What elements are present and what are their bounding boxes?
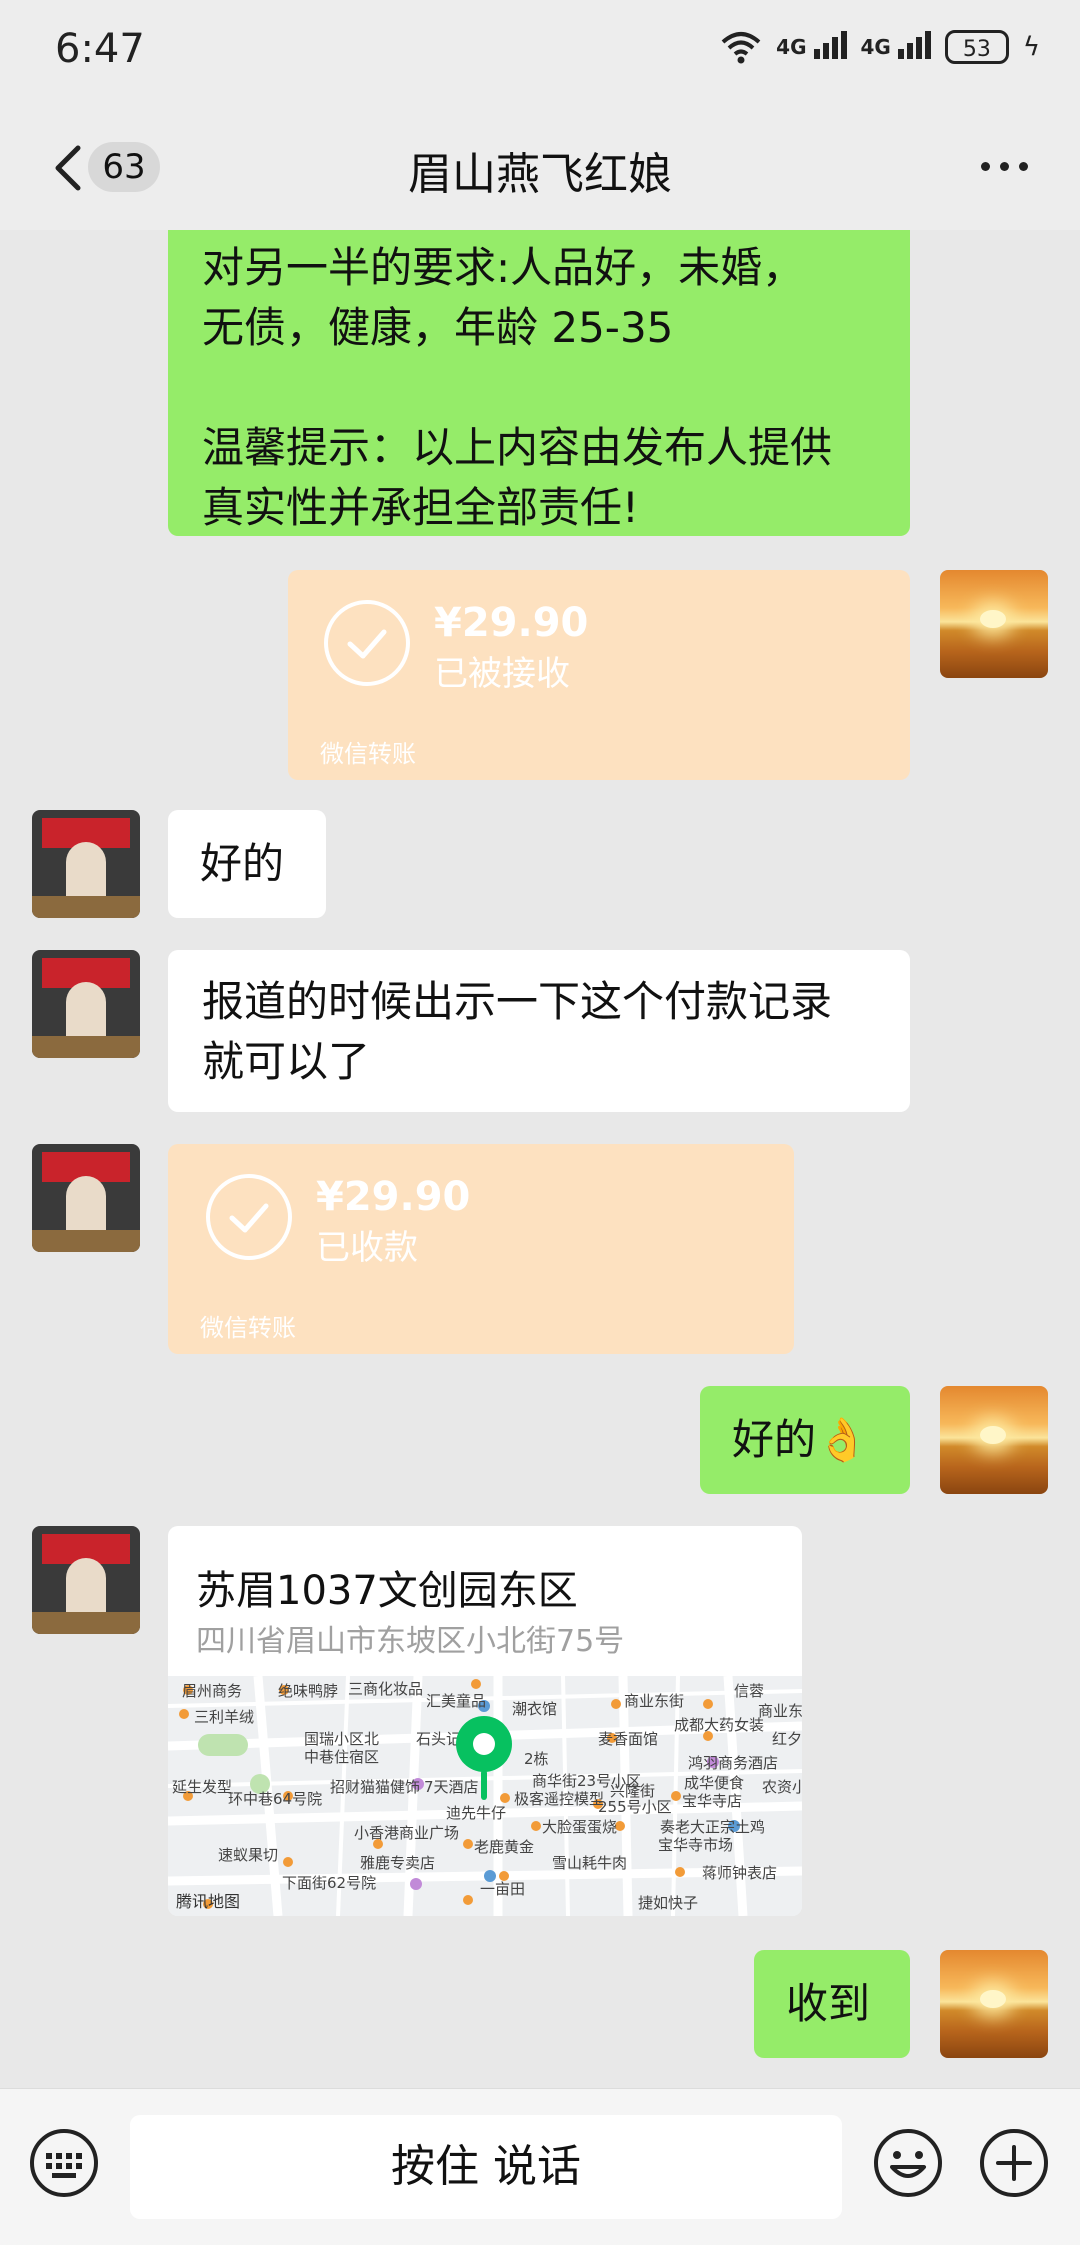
emoji-icon[interactable] bbox=[872, 2127, 944, 2199]
map-label: 招财猫猫健饰 bbox=[330, 1778, 421, 1796]
map-label: 雪山耗牛肉 bbox=[552, 1854, 628, 1872]
contact-avatar[interactable] bbox=[32, 1526, 140, 1634]
contact-avatar[interactable] bbox=[32, 950, 140, 1058]
transfer-footer: 微信转账 bbox=[200, 1314, 296, 1342]
transfer-card[interactable]: ¥29.90 已收款 微信转账 bbox=[168, 1144, 794, 1354]
keyboard-icon[interactable] bbox=[28, 2127, 100, 2199]
message-line: 真实性并承担全部责任! bbox=[202, 483, 639, 532]
signal-2: 4G bbox=[860, 31, 931, 59]
my-avatar[interactable] bbox=[940, 1386, 1048, 1494]
transfer-status: 已收款 bbox=[316, 1228, 418, 1268]
map-label: 绝味鸭脖 bbox=[278, 1682, 339, 1700]
map-label: 成都大药女装 bbox=[674, 1716, 765, 1734]
location-map[interactable]: 眉州商务 绝味鸭脖 三商化妆品 汇美童品 潮衣馆 商业东街 信蓉 商业东 三利羊… bbox=[168, 1676, 802, 1916]
message-text: 好的👌 bbox=[732, 1415, 869, 1464]
map-label: 三商化妆品 bbox=[348, 1680, 424, 1698]
message-bubble[interactable]: 对另一半的要求:人品好，未婚， 无债，健康，年龄 25-35 温馨提示：以上内容… bbox=[168, 230, 910, 536]
transfer-amount: ¥29.90 bbox=[434, 600, 589, 646]
status-time: 6:47 bbox=[55, 26, 145, 72]
map-label: 眉州商务 bbox=[182, 1682, 243, 1700]
map-label: 信蓉 bbox=[734, 1682, 765, 1700]
map-label: 鸿羽商务酒店 bbox=[688, 1754, 779, 1772]
map-label: 商业东街 bbox=[624, 1692, 685, 1710]
map-label: 中巷住宿区 bbox=[304, 1748, 380, 1766]
map-label: 麦香面馆 bbox=[598, 1730, 659, 1748]
map-label: 雅鹿专卖店 bbox=[360, 1854, 436, 1872]
location-name: 苏眉1037文创园东区 bbox=[196, 1568, 578, 1614]
signal-bars-icon bbox=[813, 31, 847, 59]
message-bubble[interactable]: 收到 bbox=[754, 1950, 910, 2058]
wifi-icon bbox=[721, 32, 761, 64]
battery-icon: 53 bbox=[944, 30, 1009, 64]
input-bar: 按住 说话 bbox=[0, 2088, 1080, 2245]
transfer-footer: 微信转账 bbox=[320, 740, 416, 768]
status-bar: 6:47 4G 4G 53 ϟ bbox=[0, 0, 1080, 100]
message-line: 报道的时候出示一下这个付款记录 bbox=[202, 977, 833, 1026]
transfer-amount: ¥29.90 bbox=[316, 1174, 471, 1220]
map-label: 宝华寺店 bbox=[682, 1792, 743, 1810]
map-label: 小香港商业广场 bbox=[354, 1824, 460, 1842]
map-provider-logo: 腾讯地图 bbox=[176, 1892, 241, 1911]
map-label: 速蚁果切 bbox=[218, 1846, 279, 1864]
map-label: 红夕 bbox=[772, 1730, 802, 1748]
plus-icon[interactable] bbox=[978, 2127, 1050, 2199]
map-label: 迪先牛仔 bbox=[446, 1804, 507, 1822]
map-label: 255号小区 bbox=[598, 1798, 672, 1816]
message-bubble[interactable]: 报道的时候出示一下这个付款记录 就可以了 bbox=[168, 950, 910, 1112]
transfer-status: 已被接收 bbox=[434, 654, 570, 694]
charging-icon: ϟ bbox=[1022, 32, 1040, 62]
message-text: 好的 bbox=[200, 839, 285, 888]
map-label: 极客遥控模型 bbox=[514, 1790, 605, 1808]
message-line: 就可以了 bbox=[202, 1037, 371, 1086]
map-label: 延生发型 bbox=[172, 1778, 233, 1796]
check-icon bbox=[324, 600, 410, 686]
map-label: 老鹿黄金 bbox=[474, 1838, 535, 1856]
message-line: 温馨提示：以上内容由发布人提供 bbox=[202, 423, 833, 472]
map-label: 捷如快子 bbox=[638, 1894, 699, 1912]
message-bubble[interactable]: 好的👌 bbox=[700, 1386, 910, 1494]
my-avatar[interactable] bbox=[940, 570, 1048, 678]
map-label: 2栋 bbox=[524, 1750, 549, 1768]
map-label: 宝华寺市场 bbox=[658, 1836, 734, 1854]
signal-1: 4G bbox=[776, 31, 847, 59]
map-label: 汇美童品 bbox=[426, 1692, 487, 1710]
map-label: 蒋师钟表店 bbox=[702, 1864, 778, 1882]
check-icon bbox=[206, 1174, 292, 1260]
more-icon[interactable] bbox=[981, 162, 1028, 171]
map-label: 潮衣馆 bbox=[512, 1700, 558, 1718]
message-text: 收到 bbox=[786, 1979, 871, 2028]
map-label: 三利羊绒 bbox=[194, 1708, 255, 1726]
chat-title: 眉山燕飞红娘 bbox=[408, 149, 672, 200]
signal-bars-icon bbox=[897, 31, 931, 59]
my-avatar[interactable] bbox=[940, 1950, 1048, 2058]
map-label: 商业东 bbox=[758, 1702, 802, 1720]
network-type-2: 4G bbox=[860, 35, 891, 59]
message-bubble[interactable]: 好的 bbox=[168, 810, 326, 918]
status-icons: 4G 4G 53 ϟ bbox=[720, 30, 1040, 64]
contact-avatar[interactable] bbox=[32, 810, 140, 918]
transfer-card[interactable]: ¥29.90 已被接收 微信转账 bbox=[288, 570, 910, 780]
chat-header: 63 眉山燕飞红娘 bbox=[0, 100, 1080, 230]
map-pin-icon bbox=[456, 1716, 512, 1800]
message-line: 无债，健康，年龄 25-35 bbox=[202, 303, 674, 352]
map-label: 下面街62号院 bbox=[282, 1874, 377, 1892]
chat-messages[interactable]: 对另一半的要求:人品好，未婚， 无债，健康，年龄 25-35 温馨提示：以上内容… bbox=[0, 230, 1080, 2088]
location-card[interactable]: 苏眉1037文创园东区 四川省眉山市东坡区小北街75号 眉州商务 绝味鸭脖 三商… bbox=[168, 1526, 802, 1916]
contact-avatar[interactable] bbox=[32, 1144, 140, 1252]
message-line: 对另一半的要求:人品好，未婚， bbox=[202, 243, 805, 292]
map-label: 农资小 bbox=[762, 1778, 802, 1796]
network-type-1: 4G bbox=[776, 35, 807, 59]
hold-to-talk-button[interactable]: 按住 说话 bbox=[130, 2115, 842, 2219]
location-address: 四川省眉山市东坡区小北街75号 bbox=[196, 1624, 625, 1659]
map-label: 一亩田 bbox=[480, 1880, 526, 1898]
map-label: 环中巷64号院 bbox=[228, 1790, 323, 1808]
map-label: 大脸蛋蛋烧 bbox=[542, 1818, 618, 1836]
